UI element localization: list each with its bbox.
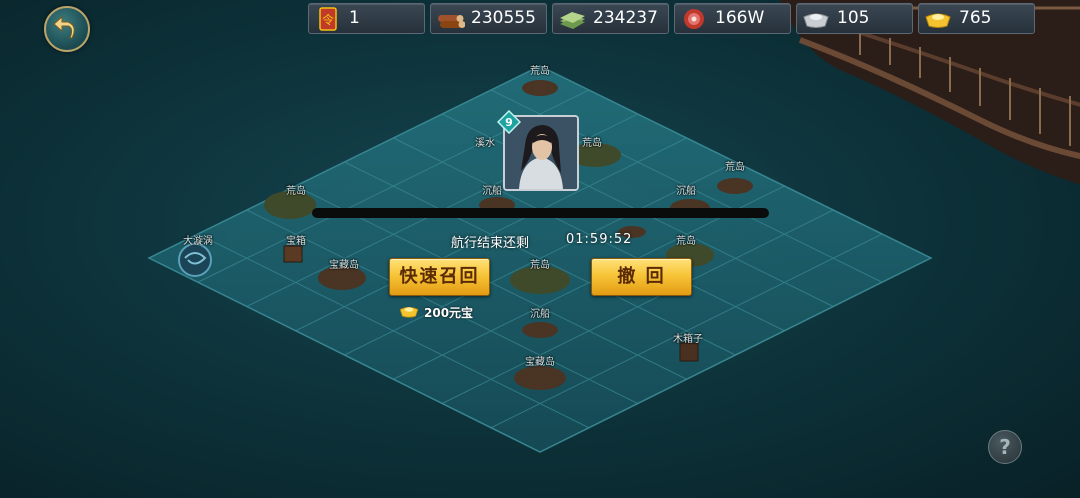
map-label: 荒岛: [582, 138, 602, 149]
resource-value: 166W: [715, 8, 765, 28]
map-label: 宝藏岛: [525, 357, 555, 368]
map-label: 沉船: [676, 186, 696, 197]
withdraw-button[interactable]: 撤 回: [591, 258, 692, 296]
map-label: 荒岛: [286, 186, 306, 197]
map-label: 大漩涡: [183, 236, 213, 247]
resource-value: 1: [349, 8, 360, 28]
map-label: 溪水: [475, 138, 495, 149]
resource-meat: 166W: [674, 3, 791, 34]
map-label: 沉船: [530, 309, 550, 320]
resource-wood: 230555: [430, 3, 547, 34]
hero-level-badge: 9: [497, 110, 521, 134]
map-label: 木箱子: [673, 334, 703, 345]
svg-text:令: 令: [322, 12, 334, 27]
map-label: 荒岛: [530, 66, 550, 77]
map-label: 宝藏岛: [329, 260, 359, 271]
hero-level: 9: [505, 116, 513, 129]
map-label: 宝箱: [286, 236, 306, 247]
resource-cash: 234237: [552, 3, 669, 34]
voyage-timer-label: 航行结束还剩: [451, 236, 530, 251]
quick-recall-cost: 200元宝: [424, 306, 474, 320]
wood-logs-icon: [438, 15, 465, 28]
order-token-icon: 令: [319, 7, 337, 31]
game-scene: 荒岛 溪水 荒岛 荒岛 荒岛 沉船 沉船 大漩涡 宝箱 荒岛 宝藏岛 荒岛 沉船…: [0, 0, 1080, 498]
gold-ingot-icon: [399, 306, 419, 318]
meat-icon: [684, 9, 704, 29]
resource-value: 765: [959, 8, 992, 28]
map-label: 荒岛: [530, 260, 550, 271]
map-label: 荒岛: [676, 236, 696, 247]
cash-stack-icon: [560, 12, 585, 29]
gold-ingot-icon: [925, 13, 951, 28]
resource-gold: 765: [918, 3, 1035, 34]
silver-ingot-icon: [803, 13, 829, 28]
resource-value: 234237: [593, 8, 658, 28]
map-label: 荒岛: [725, 162, 745, 173]
resource-value: 230555: [471, 8, 536, 28]
help-button[interactable]: ?: [988, 430, 1022, 464]
resource-orders: 令 1: [308, 3, 425, 34]
back-button[interactable]: [44, 6, 90, 52]
map-label: 沉船: [482, 186, 502, 197]
quick-recall-button[interactable]: 快速召回: [389, 258, 490, 296]
voyage-progress-bar: [312, 208, 769, 218]
back-arrow-icon: [53, 15, 75, 39]
resource-silver: 105: [796, 3, 913, 34]
voyage-timer-value: 01:59:52: [566, 232, 633, 247]
resource-value: 105: [837, 8, 870, 28]
